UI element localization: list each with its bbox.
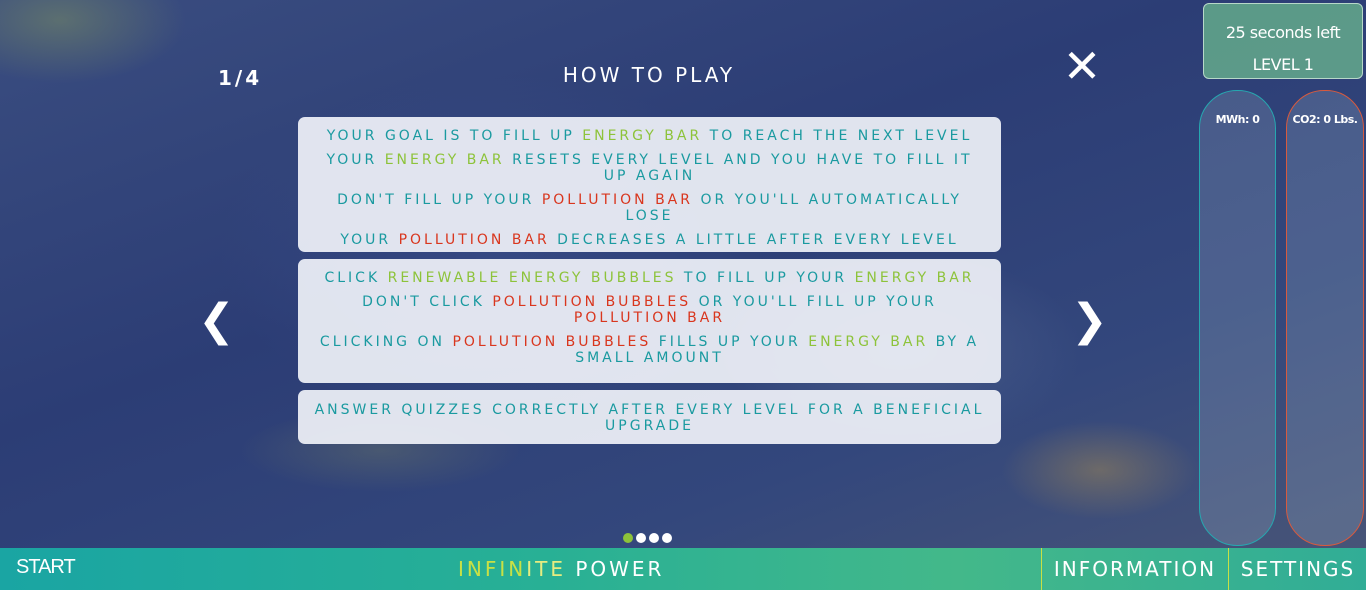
instruction-segment: decreases a little after every level [549,232,959,248]
page-dot[interactable] [623,533,633,543]
brand-title: INFINITE POWER [458,557,664,581]
page-title: HOW TO PLAY [562,63,736,87]
instruction-line: Click renewable energy bubbles to fill u… [312,270,987,286]
instruction-segment: fills up your [651,334,809,350]
settings-button[interactable]: SETTINGS [1228,548,1366,590]
instruction-segment: energy bar [384,152,505,168]
bubbles-card: Click renewable energy bubbles to fill u… [298,259,1001,383]
instruction-segment: resets every level and you have to fill … [504,152,973,184]
quiz-card: Answer quizzes correctly after every lev… [298,390,1001,444]
start-button[interactable]: START [16,556,76,579]
information-button[interactable]: INFORMATION [1041,548,1228,590]
instruction-segment: Clicking on [319,334,453,350]
instruction-segment: energy bar [808,334,929,350]
instruction-segment: or you'll fill up your [691,294,937,310]
page-dots [623,533,672,543]
instruction-segment: energy bar [854,270,975,286]
instruction-line: Answer quizzes correctly after every lev… [312,402,987,434]
brand-part1: INFIN [458,557,527,581]
instruction-segment: to reach the next level [702,128,973,144]
instruction-segment: renewable energy bubbles [387,270,677,286]
instruction-segment: Answer quizzes correctly after every lev… [314,402,985,434]
brand-part3: POWER [575,557,665,581]
page-counter: 1/4 [218,66,263,90]
instruction-segment: energy bar [582,128,703,144]
instruction-line: Your pollution bar decreases a little af… [312,232,987,248]
level-text: LEVEL 1 [1252,55,1314,74]
instruction-segment: pollution bar [573,310,726,326]
instruction-segment: pollution bubbles [452,334,652,350]
instruction-segment: Don't click [362,294,493,310]
instruction-line: Your energy bar resets every level and y… [312,152,987,184]
chevron-right-icon[interactable]: ❯ [1071,296,1108,346]
page-dot[interactable] [649,533,659,543]
close-icon[interactable]: ✕ [1060,42,1104,90]
timer-panel: 25 seconds left LEVEL 1 [1203,3,1363,79]
instruction-segment: pollution bubbles [492,294,692,310]
instruction-line: Don't fill up your pollution bar or you'… [312,192,987,224]
energy-meter: MWh: 0 [1199,90,1276,546]
instruction-segment: Don't fill up your [337,192,542,208]
energy-meter-label: MWh: 0 [1215,113,1260,126]
footer-bar: START INFINITE POWER INFORMATION SETTING… [0,548,1366,590]
pollution-meter-label: CO2: 0 Lbs. [1292,113,1358,126]
goal-card: Your goal is to fill up energy bar to re… [298,117,1001,252]
chevron-left-icon[interactable]: ❮ [198,296,235,346]
timer-text: 25 seconds left [1225,23,1341,42]
instruction-segment: Your goal is to fill up [326,128,583,144]
instruction-segment: pollution bar [398,232,550,248]
instruction-line: Your goal is to fill up energy bar to re… [312,128,987,144]
instruction-line: Don't click pollution bubbles or you'll … [312,294,987,326]
instruction-segment: Your [326,152,385,168]
pollution-meter: CO2: 0 Lbs. [1286,90,1364,546]
instruction-segment: pollution bar [541,192,693,208]
page-dot[interactable] [662,533,672,543]
instruction-segment: Click [324,270,388,286]
instruction-line: Clicking on pollution bubbles fills up y… [312,334,987,366]
brand-part2: ITE [526,557,576,581]
instruction-segment: to fill up your [676,270,855,286]
page-dot[interactable] [636,533,646,543]
instruction-segment: Your [340,232,399,248]
